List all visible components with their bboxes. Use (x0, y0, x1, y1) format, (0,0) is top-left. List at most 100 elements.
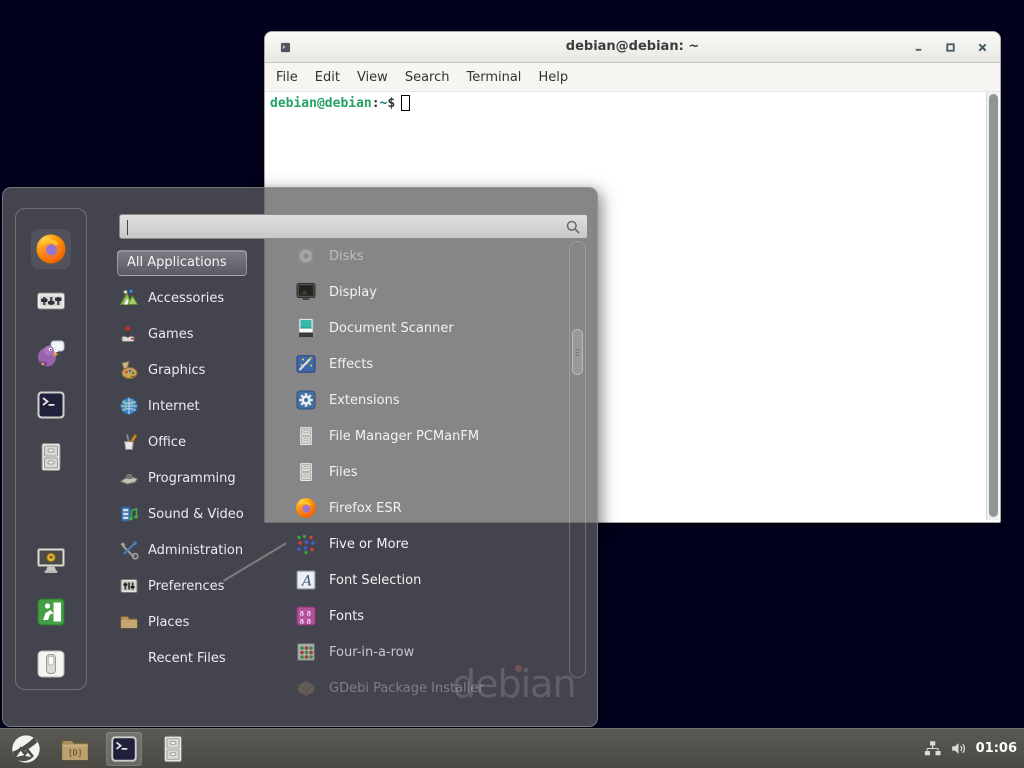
app-extensions[interactable]: Extensions (295, 382, 567, 418)
category-label: Graphics (148, 363, 205, 378)
all-applications-button[interactable]: All Applications (117, 250, 247, 276)
svg-text:A: A (300, 574, 312, 590)
cat-office-icon (119, 432, 139, 452)
lock-screen-icon (35, 544, 67, 576)
favorite-control-center[interactable] (31, 281, 71, 321)
cat-internet-icon (119, 396, 139, 416)
category-games[interactable]: Games (117, 316, 282, 352)
prompt-path: ~ (380, 96, 388, 111)
favorite-terminal[interactable] (31, 385, 71, 425)
favorite-firefox[interactable] (31, 229, 71, 269)
app-file-manager-pcmanfm[interactable]: File Manager PCManFM (295, 418, 567, 454)
network-tray-icon[interactable] (924, 740, 941, 757)
tray: 01:06 (924, 740, 1024, 757)
category-internet[interactable]: Internet (117, 388, 282, 424)
category-label: Preferences (148, 579, 224, 594)
terminal-menu-edit[interactable]: Edit (315, 70, 340, 85)
category-places[interactable]: Places (117, 604, 282, 640)
favorite-log-out[interactable] (31, 592, 71, 632)
terminal-app-icon (109, 734, 139, 764)
app-files[interactable]: Files (295, 454, 567, 490)
favorite-pidgin[interactable] (31, 333, 71, 373)
category-preferences[interactable]: Preferences (117, 568, 282, 604)
shutdown-icon (35, 648, 67, 680)
close-button[interactable] (977, 42, 988, 53)
app-font-selection[interactable]: AFont Selection (295, 562, 567, 598)
terminal-scrollbar-thumb[interactable] (989, 94, 998, 517)
display-icon (295, 281, 317, 303)
app-gdebi-package-installer[interactable]: GDebi Package Installer (295, 670, 567, 706)
search-icon (565, 219, 581, 235)
favorites-panel (15, 208, 87, 690)
firefox-icon (35, 233, 67, 265)
taskbar-clock[interactable]: 01:06 (976, 741, 1017, 756)
app-disks[interactable]: Disks (295, 238, 567, 274)
window-buttons (913, 32, 988, 62)
prompt-symbol: $ (387, 96, 395, 111)
app-display[interactable]: Display (295, 274, 567, 310)
maximize-button[interactable] (945, 42, 956, 53)
taskbar-terminal[interactable] (106, 732, 142, 766)
terminal-window-icon (280, 42, 291, 53)
file-cabinet-icon (295, 425, 317, 447)
terminal-menu-view[interactable]: View (357, 70, 388, 85)
file-cabinet-icon (158, 734, 188, 764)
favorite-shutdown[interactable] (31, 644, 71, 684)
cat-programming-icon (119, 468, 139, 488)
category-recent-files[interactable]: Recent Files (117, 640, 282, 676)
category-label: Internet (148, 399, 200, 414)
app-firefox-esr[interactable]: Firefox ESR (295, 490, 567, 526)
app-fonts[interactable]: a aa aFonts (295, 598, 567, 634)
category-label: Sound & Video (148, 507, 244, 522)
category-office[interactable]: Office (117, 424, 282, 460)
cat-places-icon (119, 612, 139, 632)
terminal-menu-search[interactable]: Search (405, 70, 450, 85)
menu-scrollbar[interactable] (569, 241, 586, 678)
category-label: Accessories (148, 291, 224, 306)
cat-graphics-icon (119, 360, 139, 380)
category-programming[interactable]: Programming (117, 460, 282, 496)
app-effects[interactable]: Effects (295, 346, 567, 382)
app-label: Firefox ESR (329, 501, 402, 516)
volume-tray-icon[interactable] (950, 740, 967, 757)
app-label: GDebi Package Installer (329, 681, 484, 696)
terminal-menu-file[interactable]: File (276, 70, 298, 85)
no-icon (119, 648, 139, 668)
search-input[interactable] (128, 216, 561, 237)
app-label: Document Scanner (329, 321, 454, 336)
taskbar-launchers: [D] (0, 732, 191, 766)
terminal-prompt: debian@debian:~$ (266, 92, 999, 111)
app-label: Extensions (329, 393, 400, 408)
category-sound-video[interactable]: Sound & Video (117, 496, 282, 532)
taskbar-file-manager[interactable]: [D] (57, 732, 93, 766)
menu-scrollbar-thumb[interactable] (572, 329, 583, 375)
app-label: Display (329, 285, 377, 300)
app-document-scanner[interactable]: Document Scanner (295, 310, 567, 346)
pidgin-icon (35, 337, 67, 369)
terminal-menu-help[interactable]: Help (538, 70, 568, 85)
cat-games-icon (119, 324, 139, 344)
file-cabinet-icon (295, 461, 317, 483)
favorite-lock-screen[interactable] (31, 540, 71, 580)
terminal-app-icon (35, 389, 67, 421)
terminal-scrollbar[interactable] (986, 92, 999, 520)
window-title: debian@debian: ~ (265, 32, 1000, 62)
app-four-in-a-row[interactable]: Four-in-a-row (295, 634, 567, 670)
taskbar-menu[interactable] (8, 732, 44, 766)
favorite-file-manager[interactable] (31, 437, 71, 477)
taskbar-files[interactable] (155, 732, 191, 766)
category-label: Games (148, 327, 193, 342)
app-five-or-more[interactable]: Five or More (295, 526, 567, 562)
category-list: AccessoriesGamesGraphicsInternetOfficePr… (117, 280, 282, 676)
terminal-titlebar[interactable]: debian@debian: ~ (265, 32, 1000, 63)
taskbar: [D] 01:06 (0, 728, 1024, 768)
minimize-button[interactable] (913, 42, 924, 53)
app-label: Four-in-a-row (329, 645, 414, 660)
category-graphics[interactable]: Graphics (117, 352, 282, 388)
terminal-menu-terminal[interactable]: Terminal (466, 70, 521, 85)
log-out-icon (35, 596, 67, 628)
category-label: Administration (148, 543, 243, 558)
category-accessories[interactable]: Accessories (117, 280, 282, 316)
effects-icon (295, 353, 317, 375)
category-administration[interactable]: Administration (117, 532, 282, 568)
